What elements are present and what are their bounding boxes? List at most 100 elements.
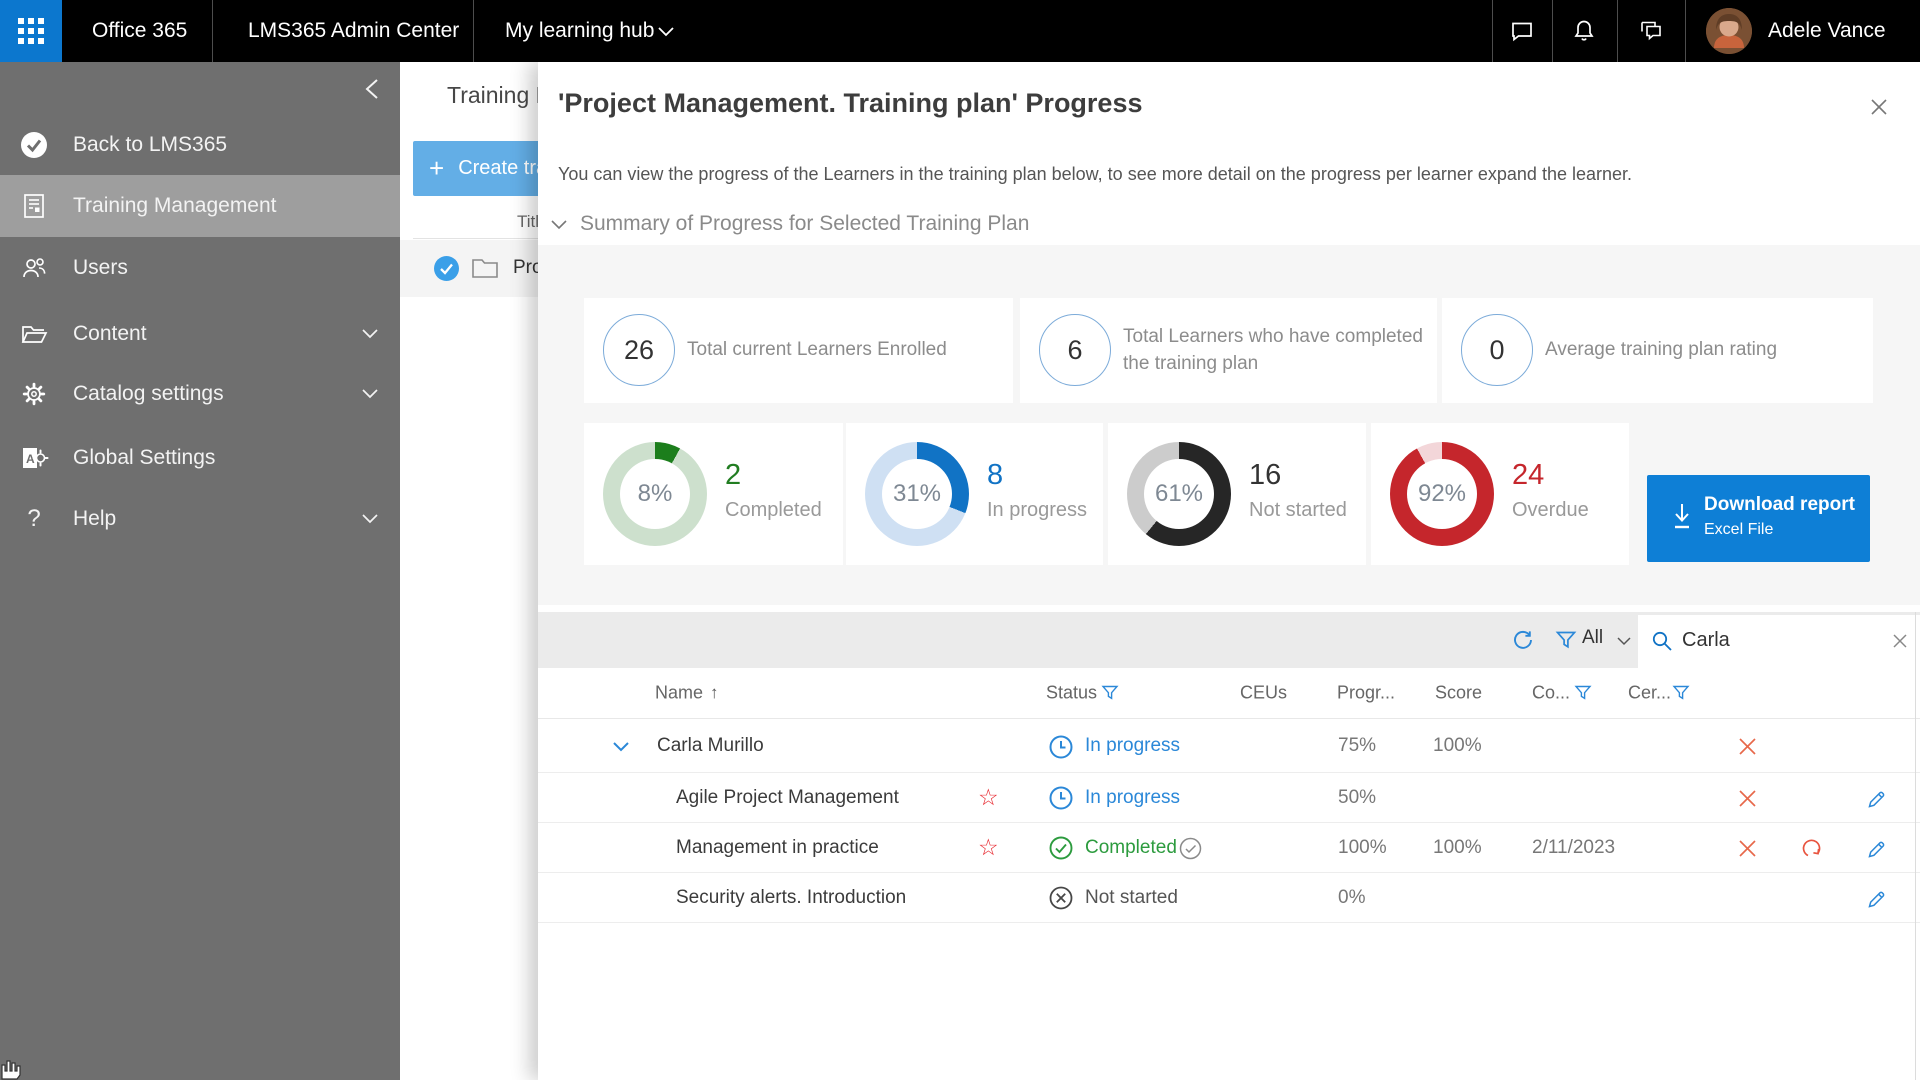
- download-icon: [1675, 504, 1689, 529]
- column-ceus[interactable]: CEUs: [1240, 683, 1287, 704]
- stat-label: Average training plan rating: [1545, 339, 1778, 361]
- edit-icon[interactable]: [1865, 837, 1889, 861]
- filter-icon[interactable]: [1574, 684, 1592, 702]
- stat-value-circle: 26: [603, 314, 675, 386]
- list-toolbar: All Carla: [538, 612, 1920, 668]
- donut-card-overdue: 92% 24 Overdue: [1371, 423, 1629, 565]
- score-value: 100%: [1433, 836, 1482, 858]
- folder-open-icon: [18, 318, 50, 350]
- sidebar-nav: Back to LMS365 Training Management Users…: [0, 62, 400, 1080]
- progress-value: 100%: [1338, 836, 1387, 858]
- donut-card-in-progress: 31% 8 In progress: [846, 423, 1103, 565]
- refresh-icon[interactable]: [1512, 629, 1534, 651]
- divider: [1617, 0, 1618, 62]
- sidebar-item-help[interactable]: ? Help: [0, 488, 400, 550]
- chat-button[interactable]: [1505, 14, 1539, 48]
- donut-label: Completed: [725, 499, 822, 521]
- sidebar-item-users[interactable]: Users: [0, 237, 400, 299]
- table-header: Name ↑ Status CEUs Progr... Score Co... …: [538, 668, 1920, 719]
- course-name: Agile Project Management: [676, 786, 899, 808]
- chevron-down-icon[interactable]: [546, 216, 572, 234]
- stat-value-circle: 0: [1461, 314, 1533, 386]
- edit-icon[interactable]: [1865, 887, 1889, 911]
- check-circle-icon: [18, 129, 50, 161]
- selected-check-icon[interactable]: [433, 255, 460, 282]
- search-icon: [1652, 631, 1672, 651]
- progress-value: 50%: [1338, 786, 1377, 808]
- retake-icon[interactable]: [1800, 836, 1824, 860]
- column-completion[interactable]: Co...: [1532, 683, 1570, 704]
- chevron-down-icon: [658, 27, 674, 37]
- column-header-title[interactable]: Titl: [517, 212, 539, 232]
- collapse-sidebar-button[interactable]: [358, 74, 388, 104]
- sort-ascending-icon[interactable]: ↑: [710, 683, 719, 703]
- table-row-course[interactable]: Management in practice ☆ Completed 100% …: [538, 823, 1920, 873]
- table-row-course[interactable]: Security alerts. Introduction Not starte…: [538, 873, 1920, 923]
- clear-search-icon[interactable]: [1890, 631, 1910, 651]
- download-report-button[interactable]: Download report Excel File: [1647, 475, 1870, 562]
- app-title: LMS365 Admin Center: [248, 19, 460, 42]
- donut-chart-completed: 8%: [603, 442, 707, 546]
- donut-count: 24: [1512, 459, 1545, 491]
- scrollbar[interactable]: [1915, 612, 1916, 1080]
- edit-icon[interactable]: [1865, 787, 1889, 811]
- hub-menu[interactable]: My learning hub: [505, 0, 654, 62]
- feedback-icon: [1641, 21, 1661, 41]
- training-plan-progress-dialog: 'Project Management. Training plan' Prog…: [538, 62, 1920, 1080]
- global-settings-icon: A: [18, 442, 50, 474]
- filter-icon[interactable]: [1672, 684, 1690, 702]
- sidebar-item-training-management[interactable]: Training Management: [0, 175, 400, 237]
- chevron-down-icon: [362, 329, 378, 339]
- completion-date: 2/11/2023: [1532, 836, 1616, 858]
- avatar[interactable]: [1706, 8, 1752, 54]
- column-status[interactable]: Status: [1046, 683, 1097, 704]
- column-certificate[interactable]: Cer...: [1628, 683, 1671, 704]
- table-row-learner[interactable]: Carla Murillo In progress 75% 100%: [538, 720, 1920, 773]
- summary-section-heading[interactable]: Summary of Progress for Selected Trainin…: [580, 212, 1029, 236]
- document-icon: [18, 190, 50, 222]
- remove-icon[interactable]: [1737, 736, 1758, 757]
- divider: [473, 0, 474, 62]
- progress-value: 75%: [1338, 735, 1377, 756]
- course-name: Management in practice: [676, 836, 879, 858]
- sidebar-item-back-to-lms365[interactable]: Back to LMS365: [0, 114, 400, 176]
- remove-icon[interactable]: [1737, 788, 1758, 809]
- status-text: Completed: [1085, 836, 1177, 858]
- completed-icon: [1049, 836, 1073, 860]
- stat-value-circle: 6: [1039, 314, 1111, 386]
- dialog-title: 'Project Management. Training plan' Prog…: [558, 88, 1143, 118]
- column-progress[interactable]: Progr...: [1337, 683, 1395, 704]
- collapse-row-icon[interactable]: [610, 740, 632, 756]
- table-row-course[interactable]: Agile Project Management ☆ In progress 5…: [538, 773, 1920, 823]
- folder-icon: [472, 259, 498, 278]
- donut-count: 2: [725, 459, 742, 491]
- column-name[interactable]: Name: [655, 683, 703, 704]
- filter-all-dropdown[interactable]: All: [1582, 627, 1603, 649]
- course-name: Security alerts. Introduction: [676, 886, 907, 908]
- sidebar-item-catalog-settings[interactable]: Catalog settings: [0, 363, 400, 425]
- donut-label: Overdue: [1512, 499, 1589, 521]
- feedback-button[interactable]: [1634, 14, 1668, 48]
- users-icon: [18, 252, 50, 284]
- filter-icon[interactable]: [1101, 684, 1119, 702]
- filter-icon[interactable]: [1555, 629, 1577, 651]
- donut-chart-in-progress: 31%: [865, 442, 969, 546]
- column-score[interactable]: Score: [1435, 683, 1482, 704]
- close-icon[interactable]: [1864, 92, 1894, 122]
- brand-office-365[interactable]: Office 365: [92, 0, 187, 62]
- divider: [1492, 0, 1493, 62]
- user-name[interactable]: Adele Vance: [1768, 0, 1886, 62]
- table-body: Carla Murillo In progress 75% 100% Agile…: [538, 720, 1920, 923]
- app-launcher-button[interactable]: [0, 0, 62, 62]
- status-text: Not started: [1085, 886, 1178, 908]
- certified-check-icon: [1179, 837, 1202, 860]
- sidebar-item-global-settings[interactable]: A Global Settings: [0, 427, 400, 489]
- sidebar-item-content[interactable]: Content: [0, 303, 400, 365]
- remove-icon[interactable]: [1737, 838, 1758, 859]
- notifications-button[interactable]: [1567, 14, 1601, 48]
- top-app-bar: Office 365 LMS365 Admin Center My learni…: [0, 0, 1920, 62]
- mouse-cursor: [1, 1060, 21, 1080]
- search-input[interactable]: Carla: [1638, 615, 1920, 668]
- help-icon: ?: [27, 505, 41, 532]
- status-text: In progress: [1085, 735, 1181, 756]
